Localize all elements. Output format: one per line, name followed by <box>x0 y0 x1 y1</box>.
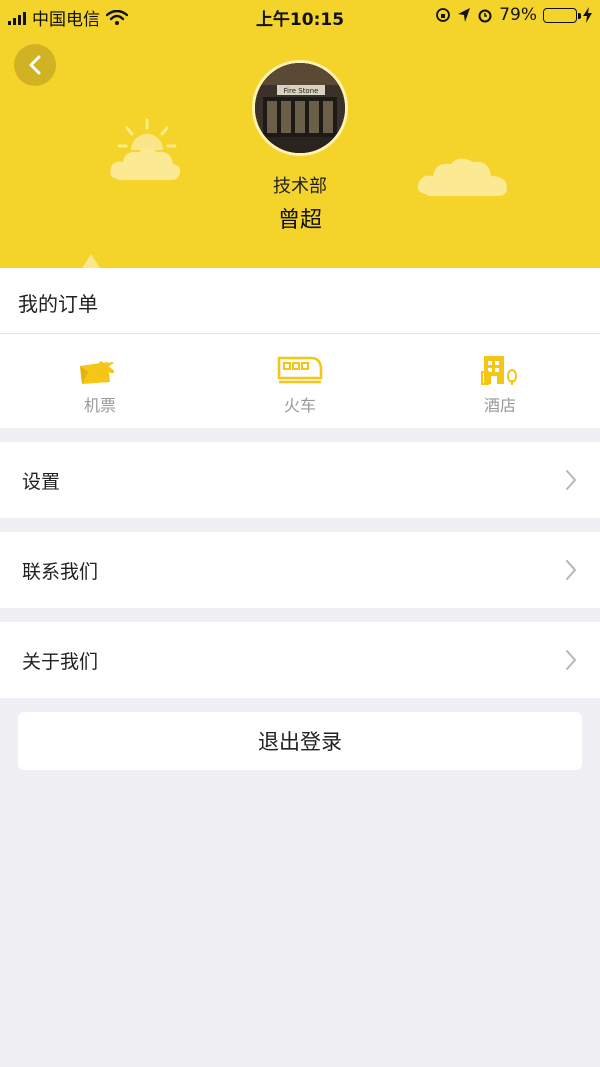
settings-row[interactable]: 设置 <box>0 442 600 518</box>
battery-icon <box>543 7 581 23</box>
charging-bolt-icon <box>583 7 592 23</box>
pointer-triangle <box>82 254 100 268</box>
alarm-icon <box>478 9 492 23</box>
my-orders-header[interactable]: 我的订单 <box>0 268 600 334</box>
order-hotel-label: 酒店 <box>483 396 516 415</box>
order-flight[interactable]: 机票 <box>0 334 200 428</box>
order-train[interactable]: 火车 <box>200 334 400 428</box>
avatar-sign-text: Fire Stone <box>284 87 319 95</box>
battery-percent: 79% <box>499 5 537 25</box>
order-train-label: 火车 <box>283 396 316 415</box>
profile-header: Fire Stone 技术部 曾超 <box>0 30 600 268</box>
status-bar: 中国电信 上午10:15 79% <box>0 0 600 30</box>
about-us-row[interactable]: 关于我们 <box>0 622 600 698</box>
train-icon <box>277 356 323 384</box>
settings-label: 设置 <box>22 470 61 493</box>
contact-us-row[interactable]: 联系我们 <box>0 532 600 608</box>
chevron-left-icon <box>29 55 41 75</box>
status-right: 79% <box>435 5 592 25</box>
chevron-right-icon <box>566 470 576 490</box>
order-hotel[interactable]: 酒店 <box>400 334 600 428</box>
avatar-photo: Fire Stone <box>255 63 345 153</box>
orientation-lock-icon <box>436 8 451 22</box>
orders-grid: 机票 火车 酒店 <box>0 334 600 428</box>
logout-label: 退出登录 <box>258 730 342 754</box>
department-label: 技术部 <box>273 176 327 197</box>
about-us-label: 关于我们 <box>22 650 99 673</box>
chevron-right-icon <box>566 650 576 670</box>
hotel-icon <box>481 356 517 385</box>
location-icon <box>458 8 471 22</box>
user-name: 曾超 <box>277 208 322 233</box>
contact-us-label: 联系我们 <box>22 560 99 583</box>
back-button[interactable] <box>14 44 56 86</box>
my-orders-title: 我的订单 <box>18 292 98 316</box>
logout-button[interactable]: 退出登录 <box>18 712 582 770</box>
flight-ticket-icon <box>80 360 115 384</box>
order-flight-label: 机票 <box>83 396 116 415</box>
avatar[interactable]: Fire Stone <box>252 60 348 156</box>
chevron-right-icon <box>566 560 576 580</box>
